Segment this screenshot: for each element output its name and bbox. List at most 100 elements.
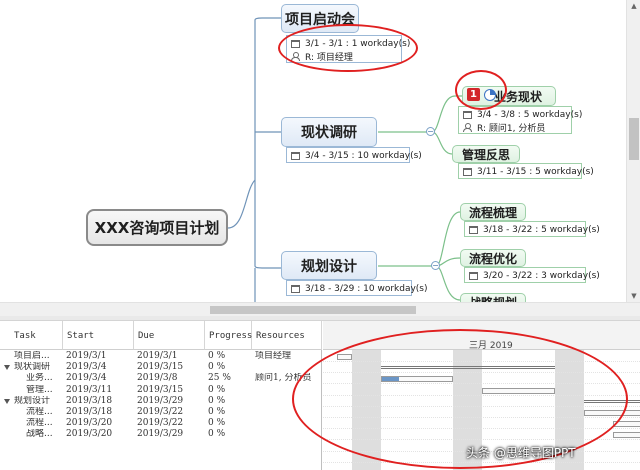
status-resource: R: 顾问1, 分析员 <box>477 124 546 134</box>
cell-due: 2019/3/22 <box>137 418 184 429</box>
collapse-research-button[interactable]: − <box>426 127 435 136</box>
cell-task: 现状调研 <box>14 362 51 373</box>
research-dates: 3/4 - 3/15 : 10 workday(s) <box>305 150 422 161</box>
cell-task: 业务... <box>26 373 53 384</box>
cell-start: 2019/3/4 <box>66 362 107 373</box>
reflect-info: 3/11 - 3/15 : 5 workday(s) <box>458 163 594 179</box>
topic-combing-label: 流程梳理 <box>468 205 517 220</box>
col-header-resources[interactable]: Resources <box>252 321 322 350</box>
topic-research[interactable]: 现状调研 <box>281 117 377 147</box>
calendar-icon <box>469 225 478 234</box>
col-header-task[interactable]: Task <box>0 321 63 350</box>
col-header-progress[interactable]: Progress <box>205 321 252 350</box>
gantt-task-bar[interactable] <box>380 376 453 383</box>
vertical-scroll-thumb[interactable] <box>629 118 639 160</box>
topic-combing[interactable]: 流程梳理 <box>460 203 526 221</box>
cell-task: 管理... <box>26 384 53 395</box>
gantt-task-bar[interactable] <box>612 432 640 439</box>
calendar-icon <box>291 39 300 48</box>
gantt-task-table: Task Start Due Progress Resources 项目启...… <box>0 321 322 470</box>
topic-kickoff-label: 项目启动会 <box>285 11 355 28</box>
scroll-up-icon[interactable]: ▲ <box>627 0 640 12</box>
cell-progress: 0 % <box>208 429 226 440</box>
timeline-grid-line <box>323 405 640 407</box>
table-row[interactable]: 业务... 2019/3/4 2019/3/8 25 % 顾问1, 分析员 <box>0 373 322 384</box>
timeline-grid-line <box>323 372 640 374</box>
table-row[interactable]: 战略... 2019/3/20 2019/3/29 0 % <box>0 429 322 440</box>
cell-start: 2019/3/20 <box>66 429 113 440</box>
gantt-task-bar[interactable] <box>612 421 640 428</box>
research-info: 3/4 - 3/15 : 10 workday(s) <box>286 147 422 163</box>
cell-start: 2019/3/1 <box>66 351 107 361</box>
weekend-column <box>351 350 381 470</box>
gantt-summary-bar[interactable] <box>380 366 555 370</box>
priority-1-icon: 1 <box>467 88 480 101</box>
optimize-dates: 3/20 - 3/22 : 3 workday(s) <box>483 270 600 281</box>
calendar-icon <box>291 284 300 293</box>
root-topic[interactable]: XXX咨询项目计划 <box>86 209 228 246</box>
vertical-scrollbar[interactable]: ▲ ▼ <box>626 0 640 302</box>
expand-group-icon[interactable] <box>4 365 10 371</box>
status-info: 3/4 - 3/8 : 5 workday(s) R: 顾问1, 分析员 <box>458 106 582 134</box>
status-dates: 3/4 - 3/8 : 5 workday(s) <box>477 109 583 120</box>
cell-start: 2019/3/18 <box>66 407 113 417</box>
col-header-start[interactable]: Start <box>63 321 134 350</box>
expand-group-icon[interactable] <box>4 398 10 404</box>
cell-task: 规划设计 <box>14 395 51 406</box>
calendar-icon <box>291 151 300 160</box>
cell-progress: 0 % <box>208 418 226 429</box>
gantt-progress-fill <box>381 377 400 382</box>
topic-optimize-label: 流程优化 <box>468 251 517 266</box>
topic-research-label: 现状调研 <box>301 125 357 141</box>
cell-start: 2019/3/11 <box>66 384 113 395</box>
topic-reflect-label: 管理反思 <box>461 147 510 162</box>
cell-task: 项目启... <box>14 351 50 361</box>
timeline-grid-line <box>323 461 640 463</box>
topic-reflect[interactable]: 管理反思 <box>452 145 520 163</box>
cell-task: 战略... <box>26 429 53 440</box>
mindmap-canvas[interactable]: XXX咨询项目计划 项目启动会 3/1 - 3/1 : 1 workday(s)… <box>0 0 626 302</box>
cell-due: 2019/3/8 <box>137 373 178 384</box>
topic-design-label: 规划设计 <box>301 258 357 275</box>
cell-resources <box>255 407 321 418</box>
cell-progress: 0 % <box>208 384 226 395</box>
table-row[interactable]: 流程... 2019/3/20 2019/3/22 0 % <box>0 418 322 429</box>
topic-status-label: 业务现状 <box>493 89 542 104</box>
collapse-design-button[interactable]: − <box>431 261 440 270</box>
cell-due: 2019/3/29 <box>137 429 184 440</box>
cell-progress: 0 % <box>208 395 226 406</box>
horizontal-scroll-thumb[interactable] <box>210 306 416 314</box>
progress-quarter-icon <box>484 89 496 101</box>
timeline-grid-line <box>323 394 640 396</box>
table-row[interactable]: 项目启... 2019/3/1 2019/3/1 0 % 项目经理 <box>0 351 322 362</box>
calendar-icon <box>463 110 472 119</box>
horizontal-scrollbar[interactable] <box>0 302 640 316</box>
root-topic-label: XXX咨询项目计划 <box>94 219 220 237</box>
topic-design[interactable]: 规划设计 <box>281 251 377 280</box>
gantt-summary-bar[interactable] <box>583 399 640 403</box>
gantt-task-bar[interactable] <box>337 354 352 360</box>
gantt-task-bar[interactable] <box>583 410 640 416</box>
cell-start: 2019/3/4 <box>66 373 107 384</box>
calendar-icon <box>463 167 472 176</box>
calendar-icon <box>469 271 478 280</box>
timeline-header: 三月 2019 <box>323 321 640 351</box>
topic-strategy[interactable]: 战略规划 <box>460 293 526 302</box>
combing-info: 3/18 - 3/22 : 5 workday(s) <box>464 221 600 237</box>
kickoff-info: 3/1 - 3/1 : 1 workday(s) R: 项目经理 <box>286 35 410 63</box>
cell-progress: 25 % <box>208 373 231 384</box>
topic-optimize[interactable]: 流程优化 <box>460 249 526 267</box>
design-dates: 3/18 - 3/29 : 10 workday(s) <box>305 283 428 294</box>
col-header-due[interactable]: Due <box>134 321 205 350</box>
table-row[interactable]: 管理... 2019/3/11 2019/3/15 0 % <box>0 385 322 396</box>
timeline-grid-line <box>323 428 640 430</box>
scroll-down-icon[interactable]: ▼ <box>627 290 640 302</box>
gantt-task-bar[interactable] <box>482 387 555 394</box>
topic-kickoff[interactable]: 项目启动会 <box>281 4 359 33</box>
cell-resources <box>255 429 321 440</box>
table-row[interactable]: 规划设计 2019/3/18 2019/3/29 0 % <box>0 396 322 407</box>
table-row[interactable]: 现状调研 2019/3/4 2019/3/15 0 % <box>0 362 322 373</box>
cell-due: 2019/3/29 <box>137 395 184 406</box>
table-row[interactable]: 流程... 2019/3/18 2019/3/22 0 % <box>0 407 322 418</box>
cell-start: 2019/3/18 <box>66 395 113 406</box>
